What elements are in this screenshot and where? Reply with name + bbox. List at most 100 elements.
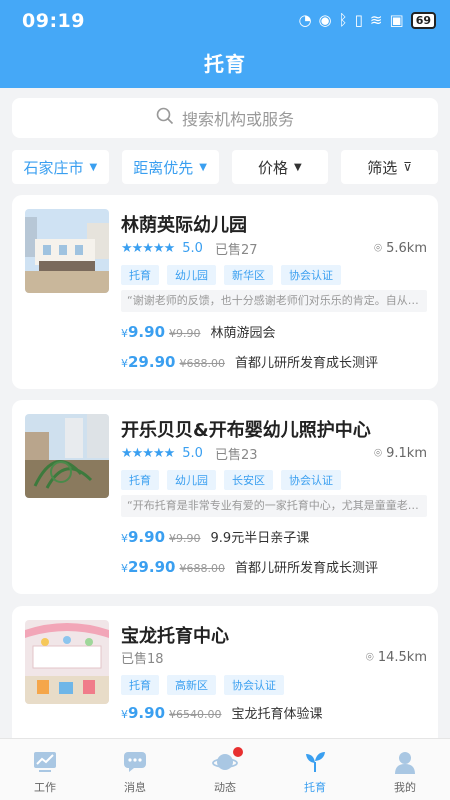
- deal-price-value: 29.90: [128, 353, 176, 371]
- tag-list: 托育 幼儿园 长安区 协会认证: [121, 470, 341, 490]
- distance-value: 5.6km: [386, 240, 427, 256]
- listing-name: 宝龙托育中心: [121, 626, 229, 647]
- deal-price: ¥29.90: [121, 353, 176, 371]
- chart-icon: [32, 749, 58, 775]
- speed-icon: ◔: [298, 11, 312, 29]
- deal-item[interactable]: ¥9.90 ¥9.90 林荫游园会: [121, 322, 276, 341]
- deal-original-price: ¥9.90: [169, 327, 201, 340]
- listing-card[interactable]: 开乐贝贝&开布婴幼儿照护中心 ★★★★★ 5.0 已售23 ⌾ 9.1km 托育…: [12, 400, 438, 594]
- tag: 高新区: [167, 675, 216, 695]
- filter-icon: ⊽: [403, 160, 413, 174]
- status-bar: 09:19 ◔ ◉ ᛒ ▯ ≋ ▣ 69: [0, 0, 450, 40]
- rating-row: 已售18 ⌾ 14.5km: [121, 648, 427, 667]
- tag-list: 托育 高新区 协会认证: [121, 675, 284, 695]
- rating-row: ★★★★★ 5.0 已售23 ⌾ 9.1km: [121, 444, 427, 463]
- deal-item[interactable]: ¥9.90 ¥9.90 9.9元半日亲子课: [121, 527, 309, 546]
- tag: 协会认证: [224, 675, 284, 695]
- filter-screen-label: 筛选: [367, 158, 398, 177]
- nav-work[interactable]: 工作: [0, 739, 90, 800]
- deal-item[interactable]: ¥29.90 ¥688.00 首都儿研所发育成长测评: [121, 352, 378, 371]
- sprout-icon: [302, 749, 328, 775]
- review-snippet: “开布托育是非常专业有爱的一家托育中心，尤其是童童老…: [121, 495, 427, 517]
- rating-row: ★★★★★ 5.0 已售27 ⌾ 5.6km: [121, 239, 427, 258]
- nav-feed-label: 动态: [214, 781, 236, 794]
- deal-original-price: ¥688.00: [179, 357, 225, 370]
- listing-image: [25, 209, 109, 293]
- tag: 新华区: [224, 265, 273, 285]
- distance: ⌾ 14.5km: [366, 650, 427, 665]
- chevron-down-icon: ▼: [294, 161, 302, 173]
- nav-messages[interactable]: 消息: [90, 739, 180, 800]
- deal-price: ¥9.90: [121, 704, 166, 722]
- star-rating-icon: ★★★★★: [121, 240, 175, 256]
- sold-count: 已售18: [121, 651, 164, 667]
- bluetooth-icon: ᛒ: [338, 11, 348, 29]
- search-input[interactable]: 搜索机构或服务: [12, 98, 438, 138]
- page-title: 托育: [204, 52, 246, 76]
- chat-bubble-icon: [122, 749, 148, 775]
- bottom-nav: 工作 消息 动态 托育 我的: [0, 738, 450, 800]
- sold-count: 已售27: [214, 242, 258, 258]
- filter-sort[interactable]: 距离优先 ▼: [121, 150, 219, 184]
- notification-dot: [233, 747, 243, 757]
- tag: 协会认证: [281, 265, 341, 285]
- deal-name: 9.9元半日亲子课: [210, 531, 310, 546]
- rating-score: 5.0: [182, 445, 203, 461]
- filter-bar: 石家庄市 ▼ 距离优先 ▼ 价格 ▼ 筛选 ⊽: [12, 150, 438, 184]
- eye-icon: ◉: [318, 11, 332, 29]
- nav-childcare[interactable]: 托育: [270, 739, 360, 800]
- vibrate-icon: ▯: [354, 11, 363, 29]
- status-time: 09:19: [22, 10, 85, 32]
- tag-list: 托育 幼儿园 新华区 协会认证: [121, 265, 341, 285]
- listing-card[interactable]: 林荫英际幼儿园 ★★★★★ 5.0 已售27 ⌾ 5.6km 托育 幼儿园 新华…: [12, 195, 438, 389]
- filter-city[interactable]: 石家庄市 ▼: [12, 150, 109, 184]
- deal-item[interactable]: ¥9.90 ¥6540.00 宝龙托育体验课: [121, 703, 323, 722]
- distance-value: 9.1km: [386, 445, 427, 461]
- deal-name: 林荫游园会: [210, 326, 276, 341]
- review-snippet: “谢谢老师的反馈，也十分感谢老师们对乐乐的肯定。自从…: [121, 290, 427, 312]
- deal-original-price: ¥6540.00: [169, 708, 222, 721]
- nav-feed[interactable]: 动态: [180, 739, 270, 800]
- tag: 托育: [121, 265, 159, 285]
- search-placeholder: 搜索机构或服务: [181, 110, 294, 129]
- top-bar: 09:19 ◔ ◉ ᛒ ▯ ≋ ▣ 69 托育: [0, 0, 450, 88]
- distance: ⌾ 5.6km: [374, 241, 427, 256]
- deal-name: 首都儿研所发育成长测评: [234, 356, 378, 371]
- location-pin-icon: ⌾: [374, 445, 382, 461]
- deal-original-price: ¥9.90: [169, 532, 201, 545]
- deal-price: ¥29.90: [121, 558, 176, 576]
- deal-price-value: 9.90: [128, 704, 166, 722]
- filter-price[interactable]: 价格 ▼: [231, 150, 329, 184]
- filter-sort-label: 距离优先: [133, 158, 194, 177]
- tag: 幼儿园: [167, 470, 216, 490]
- filter-screen[interactable]: 筛选 ⊽: [341, 150, 438, 184]
- listing-name: 开乐贝贝&开布婴幼儿照护中心: [121, 420, 371, 441]
- deal-item[interactable]: ¥29.90 ¥688.00 首都儿研所发育成长测评: [121, 557, 378, 576]
- tag: 幼儿园: [167, 265, 216, 285]
- distance: ⌾ 9.1km: [374, 446, 427, 461]
- alert-icon: ▣: [389, 11, 404, 29]
- tag: 托育: [121, 470, 159, 490]
- nav-profile[interactable]: 我的: [360, 739, 450, 800]
- deal-original-price: ¥688.00: [179, 562, 225, 575]
- deal-name: 首都儿研所发育成长测评: [234, 561, 378, 576]
- user-icon: [392, 749, 418, 775]
- listing-name: 林荫英际幼儿园: [121, 215, 247, 236]
- status-icons: ◔ ◉ ᛒ ▯ ≋ ▣ 69: [298, 11, 436, 29]
- nav-work-label: 工作: [34, 781, 56, 794]
- wifi-icon: ≋: [369, 11, 383, 29]
- listing-card[interactable]: 宝龙托育中心 已售18 ⌾ 14.5km 托育 高新区 协会认证 ¥9.90 ¥…: [12, 606, 438, 738]
- location-pin-icon: ⌾: [374, 240, 382, 256]
- deal-price-value: 9.90: [128, 323, 166, 341]
- rating-score: 5.0: [182, 240, 203, 256]
- battery-icon: 69: [410, 11, 436, 29]
- nav-childcare-label: 托育: [304, 781, 326, 794]
- deal-name: 宝龙托育体验课: [231, 707, 323, 722]
- search-icon: [156, 107, 174, 129]
- nav-messages-label: 消息: [124, 781, 146, 794]
- nav-profile-label: 我的: [394, 781, 416, 794]
- tag: 托育: [121, 675, 159, 695]
- tag: 长安区: [224, 470, 273, 490]
- deal-price: ¥9.90: [121, 323, 166, 341]
- filter-city-label: 石家庄市: [23, 158, 84, 177]
